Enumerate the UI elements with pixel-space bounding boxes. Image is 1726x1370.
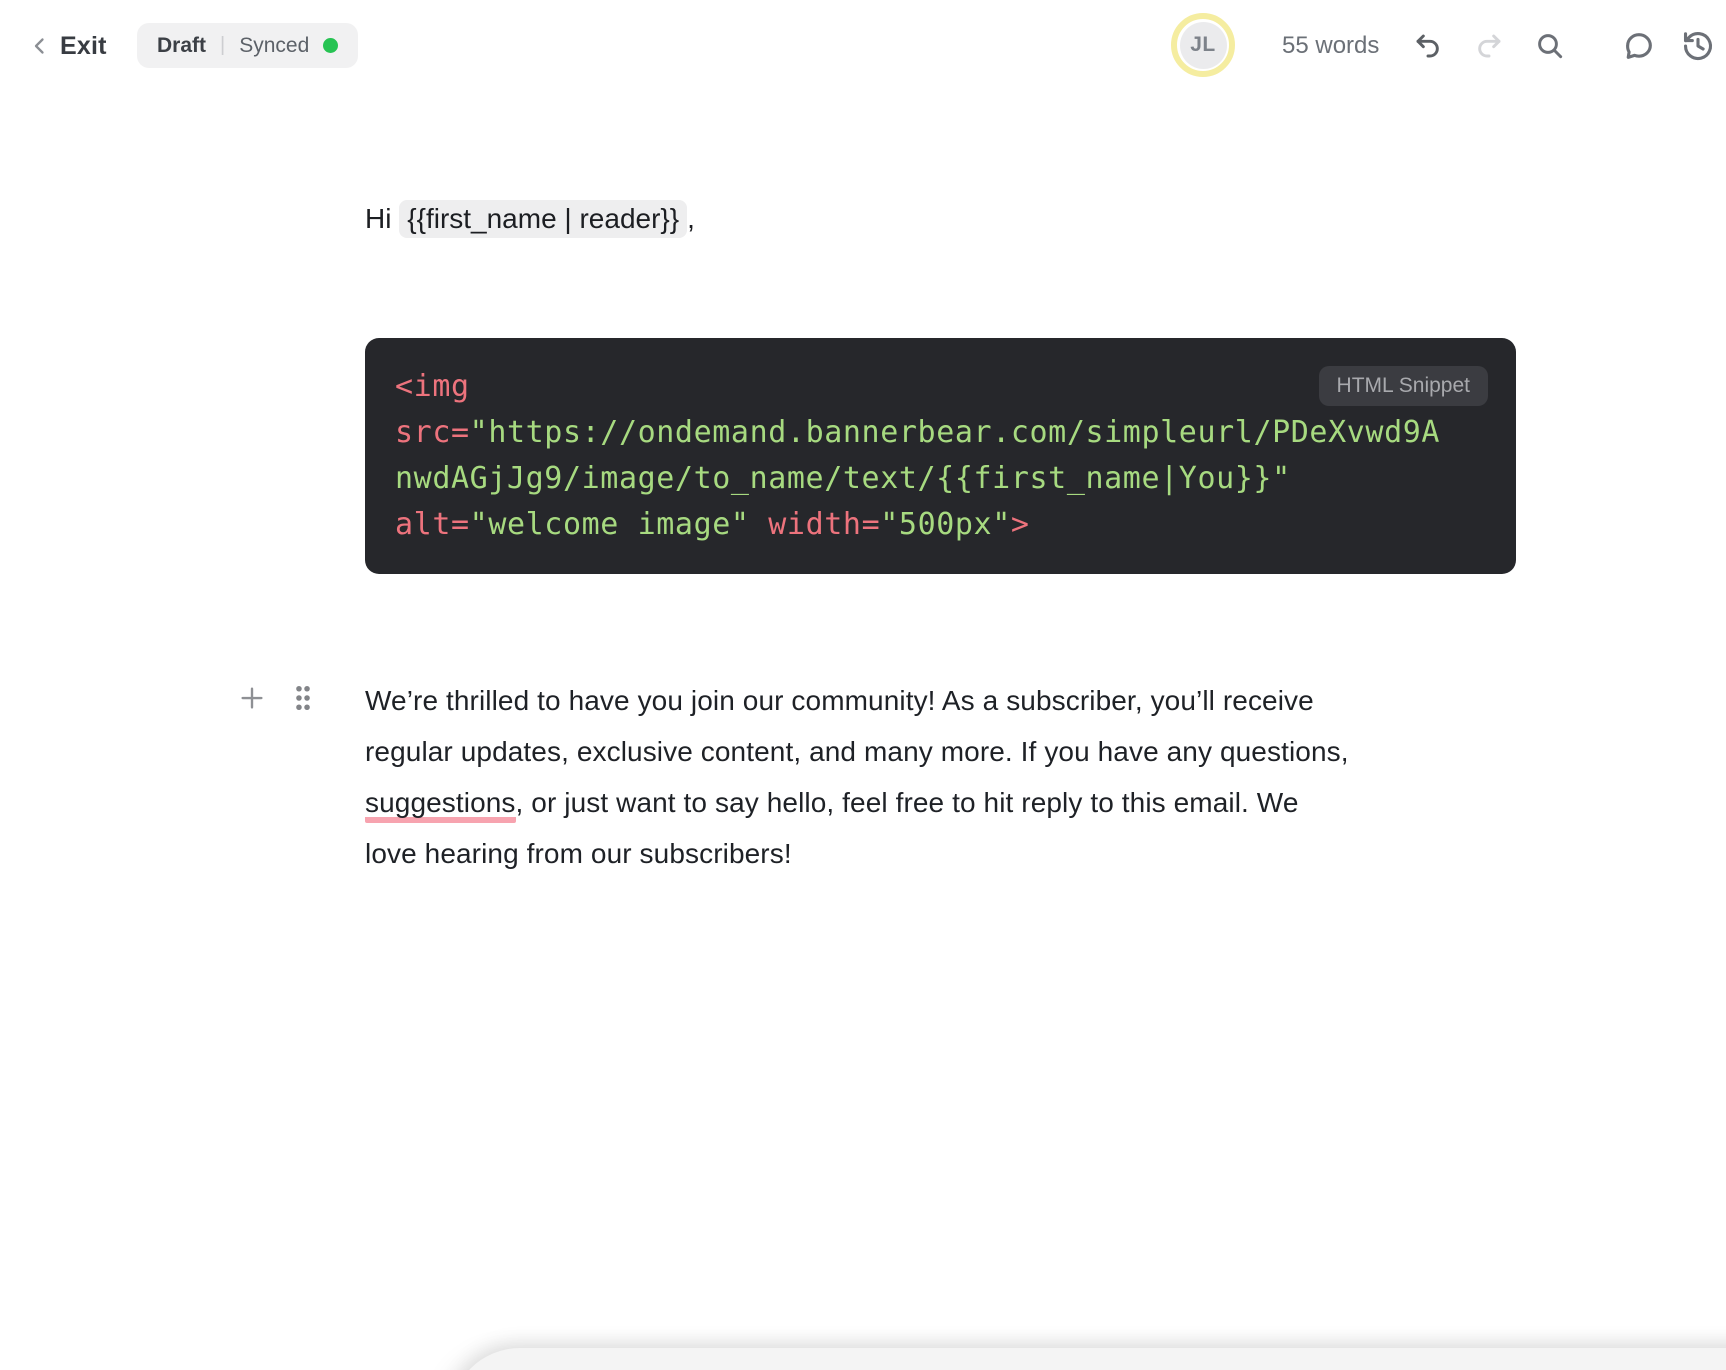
exit-label: Exit: [60, 31, 107, 60]
paragraph-line-4: love hearing from our subscribers!: [365, 838, 792, 869]
search-icon: [1534, 30, 1566, 62]
word-count: 55 words: [1282, 32, 1380, 59]
status-synced-label: Synced: [239, 33, 310, 57]
paragraph-block[interactable]: We’re thrilled to have you join our comm…: [365, 675, 1349, 879]
redo-icon: [1473, 30, 1505, 62]
merge-tag-token[interactable]: {{first_name | reader}}: [399, 200, 688, 238]
paragraph-line-2: regular updates, exclusive content, and …: [365, 736, 1349, 767]
status-divider: |: [220, 34, 226, 56]
search-button[interactable]: [1533, 29, 1567, 63]
paragraph-line-3: suggestions, or just want to say hello, …: [365, 777, 1349, 828]
greeting-suffix: ,: [687, 203, 695, 234]
history-button[interactable]: [1681, 29, 1715, 63]
paragraph-line-3-rest: , or just want to say hello, feel free t…: [515, 787, 1299, 818]
synced-indicator-dot: [323, 38, 339, 53]
comments-button[interactable]: [1622, 29, 1656, 63]
status-draft-label: Draft: [157, 33, 207, 57]
top-toolbar: Exit Draft | Synced JL 55 words: [0, 0, 1726, 92]
redo-button[interactable]: [1472, 29, 1506, 63]
bottom-sheet-edge: [450, 1348, 1726, 1370]
add-block-button[interactable]: [237, 683, 267, 713]
avatar-initials: JL: [1179, 21, 1227, 69]
greeting-line[interactable]: Hi {{first_name | reader}},: [365, 200, 695, 238]
greeting-prefix: Hi: [365, 203, 400, 234]
chevron-left-icon: [28, 34, 52, 58]
paragraph-line-1: We’re thrilled to have you join our comm…: [365, 685, 1314, 716]
undo-icon: [1412, 30, 1444, 62]
suggestions-underlined-word[interactable]: suggestions: [365, 787, 516, 823]
block-controls: [237, 683, 315, 713]
html-snippet-block[interactable]: HTML Snippet <img src="https://ondemand.b…: [365, 338, 1516, 574]
user-avatar[interactable]: JL: [1171, 13, 1235, 77]
editor-page: Exit Draft | Synced JL 55 words Hi {{fir…: [0, 0, 1726, 1370]
history-clock-icon: [1681, 29, 1715, 63]
exit-button[interactable]: Exit: [28, 24, 107, 68]
html-snippet-badge: HTML Snippet: [1318, 366, 1488, 406]
drag-handle-icon[interactable]: [291, 683, 315, 713]
undo-button[interactable]: [1411, 29, 1445, 63]
comment-bubble-icon: [1622, 29, 1656, 63]
status-badge[interactable]: Draft | Synced: [137, 23, 359, 68]
